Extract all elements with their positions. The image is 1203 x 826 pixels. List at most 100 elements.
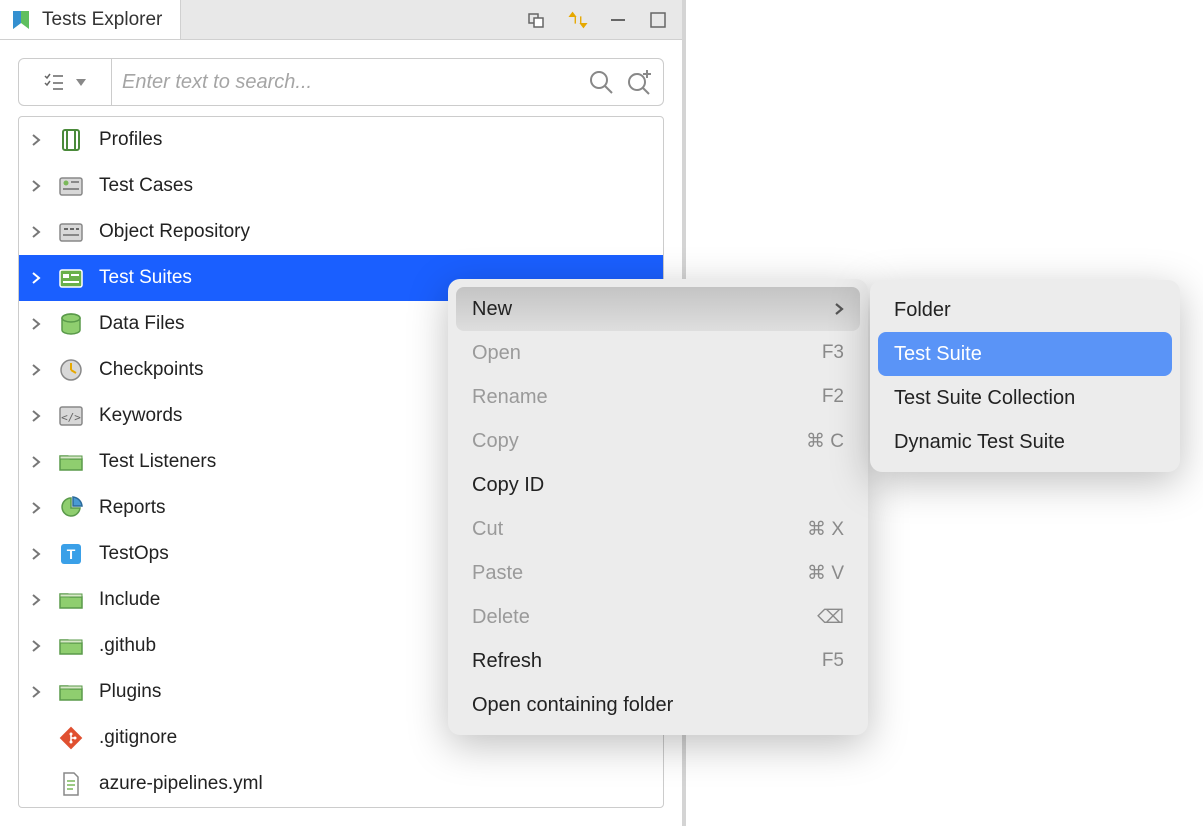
profiles-icon: [57, 126, 85, 154]
filter-dropdown[interactable]: [18, 58, 112, 106]
menu-item-label: Rename: [472, 386, 548, 409]
link-editor-icon[interactable]: [528, 10, 548, 30]
objectrepo-icon: [57, 218, 85, 246]
sync-arrows-icon[interactable]: [568, 10, 588, 30]
chevron-right-icon[interactable]: [29, 179, 43, 193]
testcases-icon: [57, 172, 85, 200]
chevron-right-icon[interactable]: [29, 409, 43, 423]
context-menu-copy-id[interactable]: Copy ID: [456, 463, 860, 507]
git-icon: [57, 724, 85, 752]
testops-icon: T: [57, 540, 85, 568]
context-menu-open-containing-folder[interactable]: Open containing folder: [456, 683, 860, 727]
tree-item-label: Test Cases: [99, 175, 193, 197]
checkpoints-icon: [57, 356, 85, 384]
checklist-icon: [43, 72, 65, 92]
tree-item-label: Object Repository: [99, 221, 250, 243]
context-menu-rename: Rename F2: [456, 375, 860, 419]
menu-item-label: Copy: [472, 430, 519, 453]
tests-explorer-tab[interactable]: Tests Explorer: [0, 0, 181, 39]
context-menu-new[interactable]: New: [456, 287, 860, 331]
tree-item-label: .github: [99, 635, 156, 657]
folder-icon: [57, 632, 85, 660]
dropdown-triangle-icon: [75, 77, 87, 87]
tree-item-label: Checkpoints: [99, 359, 204, 381]
svg-text:T: T: [67, 546, 76, 562]
menu-item-label: Cut: [472, 518, 503, 541]
tabbar-spacer: [181, 0, 514, 39]
new-submenu: Folder Test Suite Test Suite Collection Dyn…: [870, 280, 1180, 472]
menu-item-shortcut: ⌘ X: [807, 518, 844, 541]
chevron-right-icon[interactable]: [29, 225, 43, 239]
submenu-item-label: Test Suite Collection: [894, 387, 1075, 410]
testsuites-icon: [57, 264, 85, 292]
chevron-right-icon: [834, 301, 844, 317]
chevron-right-icon[interactable]: [29, 685, 43, 699]
menu-item-shortcut: F5: [822, 650, 844, 672]
chevron-right-icon[interactable]: [29, 133, 43, 147]
menu-item-shortcut: ⌘ C: [806, 430, 844, 453]
tree-item-label: Test Suites: [99, 267, 192, 289]
minimize-icon[interactable]: [608, 10, 628, 30]
context-menu-delete: Delete ⌫: [456, 595, 860, 639]
keywords-icon: </>: [57, 402, 85, 430]
folder-icon: [57, 586, 85, 614]
search-add-icon[interactable]: [625, 68, 653, 96]
tree-item-azure-pipelines-yml[interactable]: azure-pipelines.yml: [19, 761, 663, 807]
submenu-test-suite[interactable]: Test Suite: [878, 332, 1172, 376]
submenu-dynamic-test-suite[interactable]: Dynamic Test Suite: [878, 420, 1172, 464]
submenu-test-suite-collection[interactable]: Test Suite Collection: [878, 376, 1172, 420]
tree-item-label: .gitignore: [99, 727, 177, 749]
search-row: [0, 40, 682, 116]
tests-explorer-icon: [10, 9, 32, 31]
submenu-item-label: Test Suite: [894, 343, 982, 366]
tree-item-label: Keywords: [99, 405, 182, 427]
context-menu-copy: Copy ⌘ C: [456, 419, 860, 463]
menu-item-shortcut: F2: [822, 386, 844, 408]
datafiles-icon: [57, 310, 85, 338]
context-menu-cut: Cut ⌘ X: [456, 507, 860, 551]
menu-item-shortcut: ⌫: [817, 606, 844, 629]
menu-item-label: New: [472, 298, 512, 321]
menu-item-shortcut: ⌘ V: [807, 562, 844, 585]
tabbar-actions: [514, 0, 682, 39]
context-menu: New OpenF3 Rename F2 Copy ⌘ C Copy ID Cut ⌘ X Pas…: [448, 279, 868, 735]
chevron-right-icon[interactable]: [29, 455, 43, 469]
search-box: [112, 58, 664, 106]
tree-item-label: Profiles: [99, 129, 162, 151]
submenu-item-label: Folder: [894, 299, 951, 322]
context-menu-refresh[interactable]: Refresh F5: [456, 639, 860, 683]
chevron-right-icon[interactable]: [29, 639, 43, 653]
menu-item-shortcut: F3: [822, 342, 844, 364]
context-menu-open: OpenF3: [456, 331, 860, 375]
menu-item-label: Refresh: [472, 650, 542, 673]
tab-title: Tests Explorer: [42, 9, 162, 31]
context-menu-paste: Paste ⌘ V: [456, 551, 860, 595]
reports-icon: [57, 494, 85, 522]
tree-item-test-cases[interactable]: Test Cases: [19, 163, 663, 209]
submenu-folder[interactable]: Folder: [878, 288, 1172, 332]
folder-icon: [57, 448, 85, 476]
chevron-right-icon[interactable]: [29, 501, 43, 515]
tree-item-label: Test Listeners: [99, 451, 216, 473]
menu-item-label: Paste: [472, 562, 523, 585]
file-icon: [57, 770, 85, 798]
tree-item-label: Include: [99, 589, 160, 611]
maximize-icon[interactable]: [648, 10, 668, 30]
svg-text:</>: </>: [61, 411, 81, 424]
menu-item-label: Copy ID: [472, 474, 544, 497]
tree-item-label: Data Files: [99, 313, 185, 335]
search-icon[interactable]: [587, 68, 615, 96]
tree-item-object-repository[interactable]: Object Repository: [19, 209, 663, 255]
submenu-item-label: Dynamic Test Suite: [894, 431, 1065, 454]
chevron-right-icon[interactable]: [29, 363, 43, 377]
chevron-right-icon[interactable]: [29, 547, 43, 561]
menu-item-label: Open containing folder: [472, 694, 673, 717]
chevron-right-icon[interactable]: [29, 593, 43, 607]
tree-item-profiles[interactable]: Profiles: [19, 117, 663, 163]
tree-item-label: TestOps: [99, 543, 169, 565]
search-input[interactable]: [122, 71, 587, 94]
folder-icon: [57, 678, 85, 706]
chevron-right-icon[interactable]: [29, 271, 43, 285]
chevron-right-icon[interactable]: [29, 317, 43, 331]
menu-item-label: Delete: [472, 606, 530, 629]
